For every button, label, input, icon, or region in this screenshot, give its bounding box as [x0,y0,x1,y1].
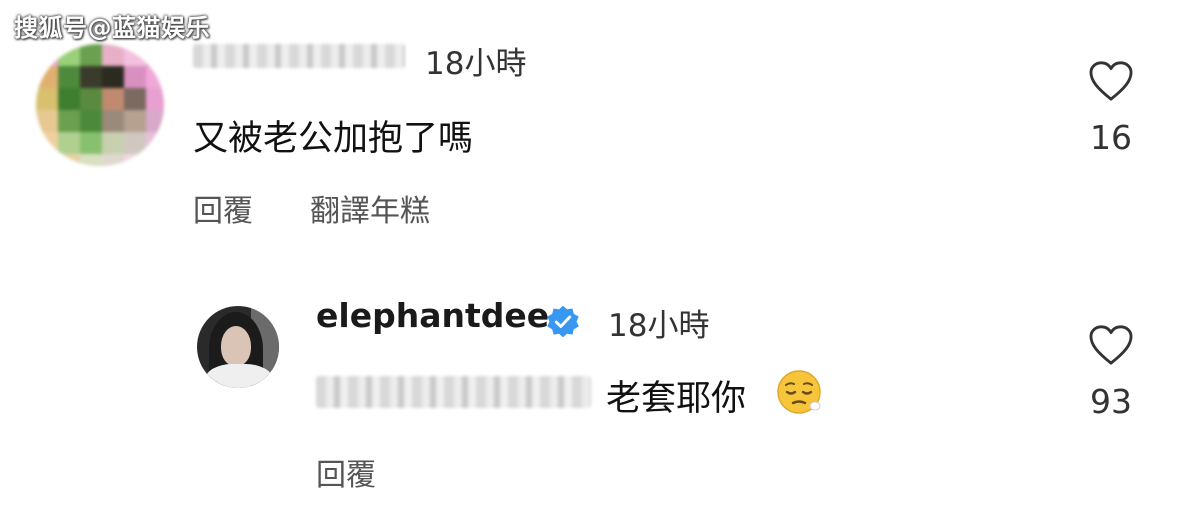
comment-text: 又被老公加抱了嗎 [193,119,474,159]
comment-item: 18小時 又被老公加抱了嗎 回覆 翻譯年糕 16 [0,0,1200,260]
reply-username[interactable]: elephantdee [316,296,549,335]
reply-like-count: 93 [1090,382,1132,421]
comment-timestamp: 18小時 [425,46,527,82]
reply-button[interactable]: 回覆 [193,186,253,230]
mentioned-username-blurred[interactable] [316,376,591,408]
pensive-face-icon [777,370,821,414]
comment-like-count: 16 [1090,118,1132,157]
heart-icon[interactable] [1088,324,1134,366]
reply-timestamp: 18小時 [608,308,710,344]
commenter-username-blurred[interactable] [193,44,405,68]
commenter-avatar-blurred[interactable] [36,44,164,166]
verified-badge-icon [547,305,579,338]
reply-reply-button[interactable]: 回覆 [316,450,376,494]
reply-avatar[interactable] [197,306,279,388]
reply-text: 老套耶你 [606,379,747,419]
translate-button[interactable]: 翻譯年糕 [310,186,430,230]
heart-icon[interactable] [1088,60,1134,102]
